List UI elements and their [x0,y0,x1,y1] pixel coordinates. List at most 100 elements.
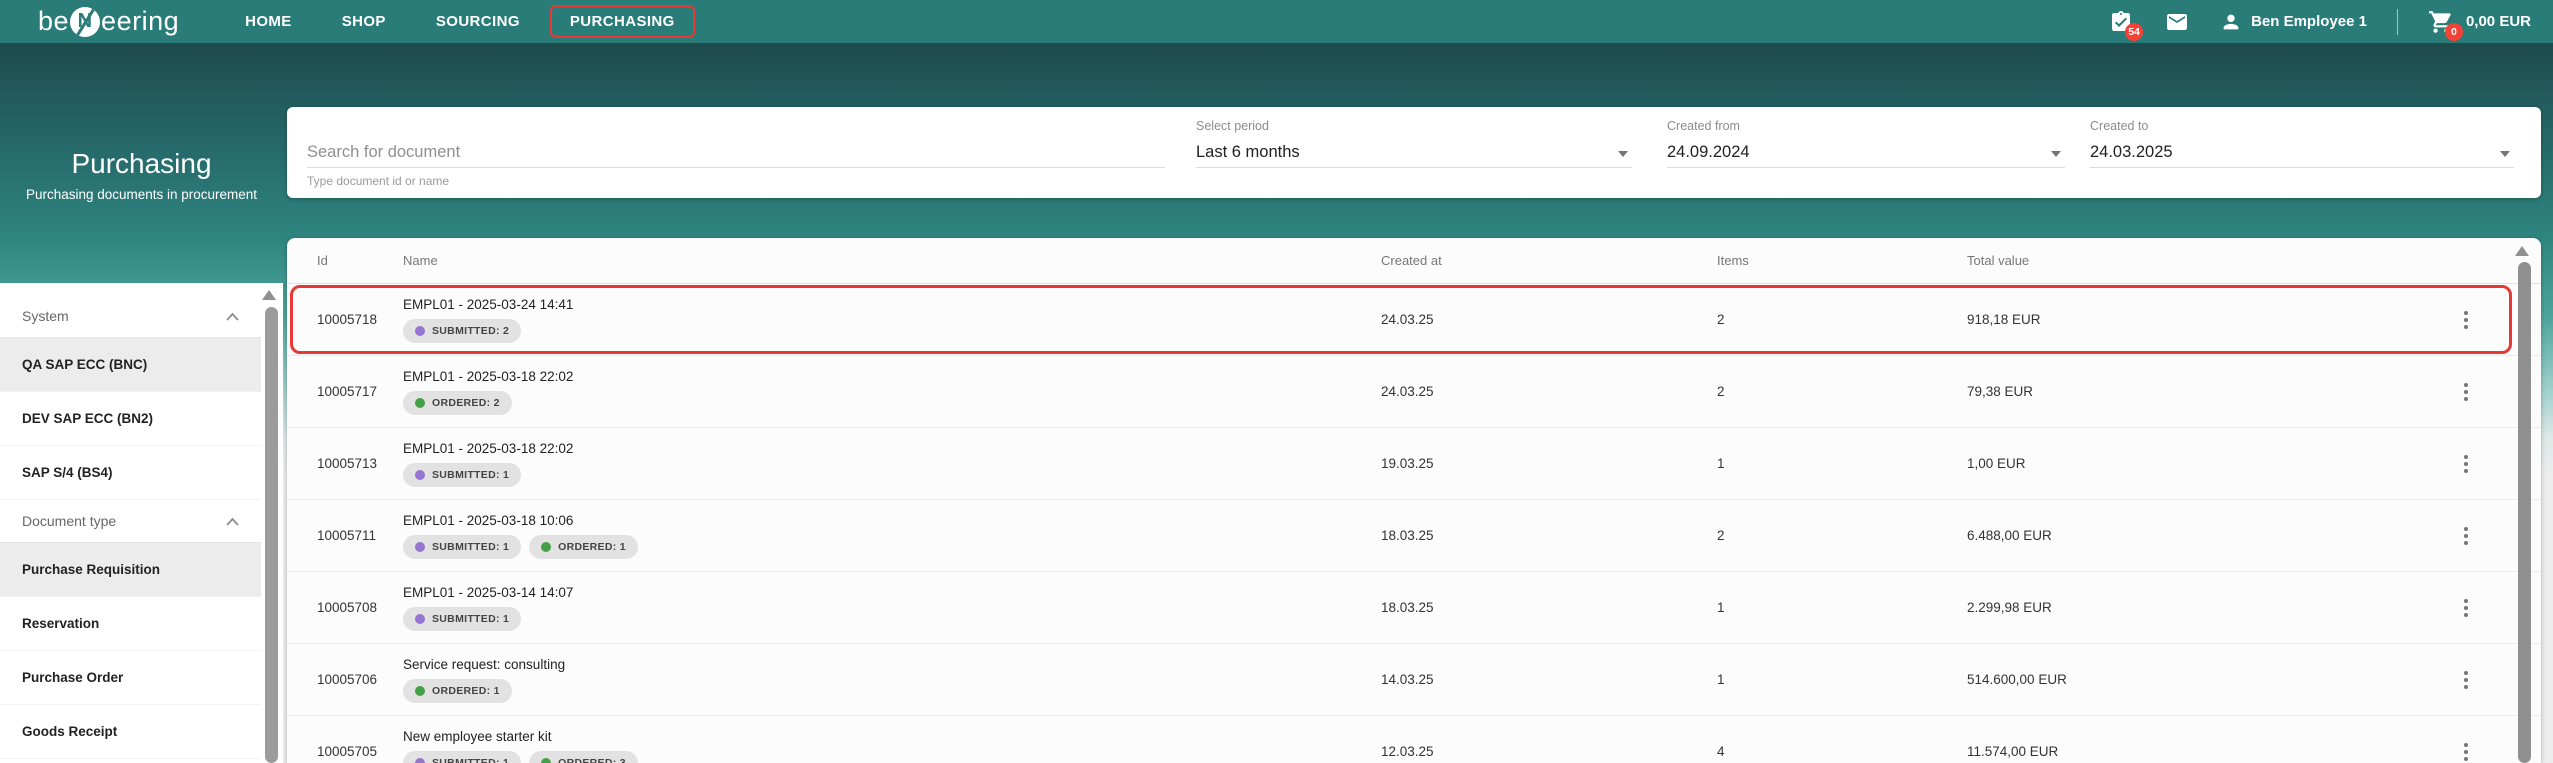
row-menu-kebab-icon[interactable] [2458,305,2474,335]
logo-text-end: eering [101,6,180,36]
document-name: EMPL01 - 2025-03-18 10:06 [403,512,574,528]
created-to-caret-icon[interactable] [2500,151,2510,157]
cell-items: 2 [1717,384,1725,399]
period-select[interactable]: Select period Last 6 months [1196,107,1632,198]
sidebar-item-purchase-requisition[interactable]: Purchase Requisition [0,543,261,597]
status-badge: SUBMITTED: 1 [403,462,522,487]
table-row[interactable]: 10005717 EMPL01 - 2025-03-18 22:02 ORDER… [287,356,2541,428]
messages-button[interactable] [2164,9,2190,35]
cell-items: 1 [1717,456,1725,471]
cell-items: 2 [1717,312,1725,327]
tasks-button[interactable]: 54 [2108,9,2144,41]
nav-item-purchasing[interactable]: PURCHASING [549,5,695,38]
cell-items: 1 [1717,672,1725,687]
cell-name: EMPL01 - 2025-03-18 10:06 SUBMITTED: 1 O… [403,513,1381,559]
table-row[interactable]: 10005708 EMPL01 - 2025-03-14 14:07 SUBMI… [287,572,2541,644]
sidebar-section: Document type Purchase Requisition Reserv… [0,500,261,759]
table-row[interactable]: 10005706 Service request: consulting ORD… [287,644,2541,716]
status-badge-label: SUBMITTED: 1 [432,756,510,763]
cell-name: New employee starter kit SUBMITTED: 1 OR… [403,729,1381,763]
sidebar-item-goods-receipt[interactable]: Goods Receipt [0,705,261,759]
nav-item-home[interactable]: HOME [227,7,310,36]
logo-n-icon: N [70,6,101,37]
status-badge-label: ORDERED: 1 [432,684,500,697]
status-badge: ORDERED: 2 [403,390,512,415]
table-scroll-up-arrow[interactable] [2515,246,2529,256]
table-scrollbar[interactable] [2518,262,2531,763]
cell-total-value: 514.600,00 EUR [1967,672,2067,687]
cell-total-value: 11.574,00 EUR [1967,744,2059,759]
created-from-caret-icon[interactable] [2051,151,2061,157]
cell-items: 2 [1717,528,1725,543]
cell-created-at: 18.03.25 [1381,528,1434,543]
cell-total-value: 918,18 EUR [1967,312,2041,327]
tasks-count-badge: 54 [2125,22,2144,41]
sidebar-item-qa-sap-ecc-bnc-[interactable]: QA SAP ECC (BNC) [0,338,261,392]
row-menu-kebab-icon[interactable] [2458,377,2474,407]
cart-total: 0,00 EUR [2465,13,2531,30]
search-field[interactable]: Search for document Type document id or … [307,107,1165,198]
status-badge-label: SUBMITTED: 1 [432,612,510,625]
status-dot-icon [415,469,425,480]
sidebar-scroll-up-arrow[interactable] [262,290,276,300]
status-dot-icon [415,325,425,336]
status-dot-icon [415,541,425,552]
row-menu-kebab-icon[interactable] [2458,521,2474,551]
created-from-value[interactable]: 24.09.2024 [1667,143,1750,162]
search-underline [307,167,1165,168]
cart-button[interactable]: 0 0,00 EUR [2428,9,2531,41]
cell-created-at: 24.03.25 [1381,312,1434,327]
table-row[interactable]: 10005705 New employee starter kit SUBMIT… [287,716,2541,763]
cell-total-value: 6.488,00 EUR [1967,528,2052,543]
period-caret-icon[interactable] [1618,151,1628,157]
cell-items: 4 [1717,744,1725,759]
period-value[interactable]: Last 6 months [1196,143,1300,162]
chevron-up-icon[interactable] [226,312,239,321]
row-menu-kebab-icon[interactable] [2458,593,2474,623]
cell-total-value: 79,38 EUR [1967,384,2034,399]
user-menu[interactable]: Ben Employee 1 [2220,11,2367,33]
cell-id: 10005711 [317,528,377,543]
status-badge: ORDERED: 1 [403,678,512,703]
cart-count-badge: 0 [2444,22,2463,41]
table-row[interactable]: 10005713 EMPL01 - 2025-03-18 22:02 SUBMI… [287,428,2541,500]
cell-id: 10005718 [317,312,378,327]
sidebar-item-purchase-order[interactable]: Purchase Order [0,651,261,705]
period-label: Select period [1196,119,1269,133]
cell-id: 10005717 [317,384,378,399]
sidebar-section-items: Purchase Requisition Reservation Purchase … [0,543,261,759]
table-row[interactable]: 10005718 EMPL01 - 2025-03-24 14:41 SUBMI… [287,284,2541,356]
document-name: EMPL01 - 2025-03-18 22:02 [403,440,574,456]
cell-total-value: 2.299,98 EUR [1967,600,2052,615]
status-badge-label: ORDERED: 2 [432,396,500,409]
created-to-field[interactable]: Created to 24.03.2025 [2090,107,2514,198]
sidebar-item-reservation[interactable]: Reservation [0,597,261,651]
status-badge-label: ORDERED: 1 [558,540,626,553]
nav-item-shop[interactable]: SHOP [324,7,404,36]
search-helper-text: Type document id or name [307,174,450,188]
table-row[interactable]: 10005711 EMPL01 - 2025-03-18 10:06 SUBMI… [287,500,2541,572]
created-from-field[interactable]: Created from 24.09.2024 [1667,107,2065,198]
created-to-value[interactable]: 24.03.2025 [2090,143,2173,162]
app-logo[interactable]: be Neering [38,6,179,37]
row-menu-kebab-icon[interactable] [2458,665,2474,695]
nav-item-sourcing[interactable]: SOURCING [418,7,538,36]
chevron-up-icon[interactable] [226,517,239,526]
sidebar-section-items: QA SAP ECC (BNC) DEV SAP ECC (BN2) SAP S/4… [0,338,261,500]
search-input[interactable]: Search for document [307,143,460,162]
status-badge: SUBMITTED: 1 [403,534,522,559]
sidebar-item-dev-sap-ecc-bn2-[interactable]: DEV SAP ECC (BN2) [0,392,261,446]
column-header-name: Name [403,253,438,268]
top-navigation-bar: be Neering HOME SHOP SOURCING PURCHASING 54 … [0,0,2553,43]
status-badge: SUBMITTED: 2 [403,318,522,343]
cell-name: EMPL01 - 2025-03-18 22:02 ORDERED: 2 [403,369,1381,415]
sidebar-scrollbar[interactable] [265,307,278,763]
filter-sidebar: System QA SAP ECC (BNC) DEV SAP ECC (BN2)… [0,283,283,763]
row-menu-kebab-icon[interactable] [2458,449,2474,479]
topbar-divider [2396,8,2398,35]
status-badge-label: SUBMITTED: 1 [432,468,510,481]
row-menu-kebab-icon[interactable] [2458,737,2474,763]
sidebar-item-sap-s-4-bs4-[interactable]: SAP S/4 (BS4) [0,446,261,500]
cell-id: 10005706 [317,672,378,687]
status-dot-icon [415,685,425,696]
